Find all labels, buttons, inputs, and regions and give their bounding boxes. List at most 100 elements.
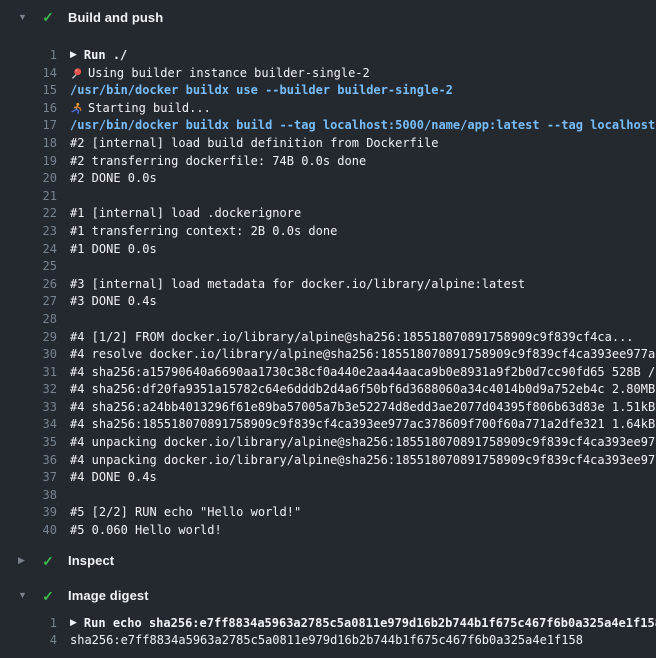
log-line: 18 #2 [internal] load build definition fr… [0,135,656,153]
line-number[interactable]: 15 [0,82,57,100]
log-line: 31 #4 sha256:a15790640a6690aa1730c38cf0a4… [0,364,656,382]
play-icon[interactable]: ▶ [70,615,77,633]
log-text-content: Run echo sha256:e7ff8834a5963a2785c5a081… [84,615,656,633]
line-number[interactable]: 26 [0,276,57,294]
log-line: 22 #1 [internal] load .dockerignore [0,205,656,223]
line-number[interactable]: 32 [0,381,57,399]
line-number[interactable]: 33 [0,399,57,417]
log-line: 23 #1 transferring context: 2B 0.0s done [0,223,656,241]
log-text: #4 resolve docker.io/library/alpine@sha2… [70,346,656,364]
log-text-content: #4 sha256:a15790640a6690aa1730c38cf0a440… [70,364,656,382]
log-text-content: #5 [2/2] RUN echo "Hello world!" [70,504,301,522]
log-line: 14 Using builder instance builder-single-… [0,65,656,83]
log-line: 1 ▶ Run ./ [0,47,656,65]
log-text-content: #1 [internal] load .dockerignore [70,205,301,223]
line-number[interactable]: 1 [0,47,57,65]
log-text-content: #5 0.060 Hello world! [70,522,222,540]
line-number[interactable]: 28 [0,311,57,329]
log-line: 40 #5 0.060 Hello world! [0,522,656,540]
section-header-inspect[interactable]: ▶✓Inspect [0,546,656,576]
log-line: 30 #4 resolve docker.io/library/alpine@sh… [0,346,656,364]
line-number[interactable]: 38 [0,487,57,505]
log-text: Starting build... [70,100,211,118]
log-line: 29 #4 [1/2] FROM docker.io/library/alpine… [0,329,656,347]
log-text-content: #2 transferring dockerfile: 74B 0.0s don… [70,153,366,171]
log-line: 32 #4 sha256:df20fa9351a15782c64e6dddb2d4… [0,381,656,399]
check-icon: ✓ [40,10,56,24]
log-text: sha256:e7ff8834a5963a2785c5a0811e979d16b… [70,632,583,650]
log-line: 38 [0,487,656,505]
line-number[interactable]: 24 [0,241,57,259]
log-line: 16 Starting build... [0,100,656,118]
log-line: 27 #3 DONE 0.4s [0,293,656,311]
log-line: 17/usr/bin/docker buildx build --tag loc… [0,117,656,135]
log-line: 35#4 unpacking docker.io/library/alpine@… [0,434,656,452]
log-line: 26 #3 [internal] load metadata for docker… [0,276,656,294]
log-text-content: #4 sha256:a24bb4013296f61e89ba57005a7b3e… [70,399,656,417]
log-line: 1 ▶ Run echo sha256:e7ff8834a5963a2785c5a0… [0,615,656,633]
line-number[interactable]: 39 [0,504,57,522]
section-header-build-and-push[interactable]: ▼ ✓ Build and push [0,2,656,32]
log-text: #5 0.060 Hello world! [70,522,222,540]
log-text-content: #2 DONE 0.0s [70,170,157,188]
line-number[interactable]: 37 [0,469,57,487]
line-number[interactable]: 29 [0,329,57,347]
log-line: 24#1 DONE 0.0s [0,241,656,259]
line-number[interactable]: 17 [0,117,57,135]
pushpin-icon [70,67,83,80]
line-number[interactable]: 21 [0,188,57,206]
line-number[interactable]: 16 [0,100,57,118]
log-text: #3 [internal] load metadata for docker.i… [70,276,525,294]
line-number[interactable]: 40 [0,522,57,540]
line-number[interactable]: 19 [0,153,57,171]
section-title: Image digest [68,588,149,603]
line-number[interactable]: 36 [0,452,57,470]
log-text-content: #2 [internal] load build definition from… [70,135,438,153]
log-text: Using builder instance builder-single-2 [70,65,370,83]
log-text: #2 DONE 0.0s [70,170,157,188]
log-body-image-digest: 1 ▶ Run echo sha256:e7ff8834a5963a2785c5a0… [0,611,656,656]
line-number[interactable]: 25 [0,258,57,276]
log-line: 37 #4 DONE 0.4s [0,469,656,487]
log-line: 19 #2 transferring dockerfile: 74B 0.0s d… [0,153,656,171]
log-line: 25 [0,258,656,276]
log-line: 4 sha256:e7ff8834a5963a2785c5a0811e979d16… [0,632,656,650]
line-number[interactable]: 34 [0,416,57,434]
line-number[interactable]: 22 [0,205,57,223]
line-number[interactable]: 1 [0,615,57,633]
line-number[interactable]: 14 [0,65,57,83]
log-text-content: Using builder instance builder-single-2 [88,65,370,83]
play-icon[interactable]: ▶ [70,47,77,65]
line-number[interactable]: 31 [0,364,57,382]
log-text: #1 transferring context: 2B 0.0s done [70,223,337,241]
log-text-content: #4 sha256:df20fa9351a15782c64e6dddb2d4a6… [70,381,656,399]
line-number[interactable]: 20 [0,170,57,188]
log-text-content: Run ./ [84,47,127,65]
check-icon: ✓ [40,589,56,603]
log-text-content: /usr/bin/docker buildx use --builder bui… [70,82,453,100]
section-header-image-digest[interactable]: ▼✓Image digest [0,581,656,611]
log-text: #4 sha256:df20fa9351a15782c64e6dddb2d4a6… [70,381,656,399]
line-number[interactable]: 18 [0,135,57,153]
log-text-content: #3 [internal] load metadata for docker.i… [70,276,525,294]
line-number[interactable]: 35 [0,434,57,452]
log-text-content: /usr/bin/docker buildx build --tag local… [70,117,656,135]
log-line: 21 [0,188,656,206]
log-text: #4 unpacking docker.io/library/alpine@sh… [70,452,656,470]
chevron-down-icon: ▼ [18,13,28,22]
section-title: Build and push [68,10,163,25]
log-text: #4 [1/2] FROM docker.io/library/alpine@s… [70,329,634,347]
line-number[interactable]: 23 [0,223,57,241]
log-text: #5 [2/2] RUN echo "Hello world!" [70,504,301,522]
log-body-build-and-push: 1 ▶ Run ./ 14 Using builder instance builder… [0,32,656,546]
line-number[interactable]: 27 [0,293,57,311]
log-text-content: #3 DONE 0.4s [70,293,157,311]
line-number[interactable]: 4 [0,632,57,650]
check-icon: ✓ [40,554,56,568]
log-line: 39 #5 [2/2] RUN echo "Hello world!" [0,504,656,522]
log-text: ▶ Run echo sha256:e7ff8834a5963a2785c5a08… [70,615,656,633]
log-text-content: sha256:e7ff8834a5963a2785c5a0811e979d16b… [70,632,583,650]
line-number[interactable]: 30 [0,346,57,364]
log-text-content: #4 DONE 0.4s [70,469,157,487]
section-build-and-push: ▼ ✓ Build and push 1 ▶ Run ./ 14 Using builder … [0,2,656,546]
